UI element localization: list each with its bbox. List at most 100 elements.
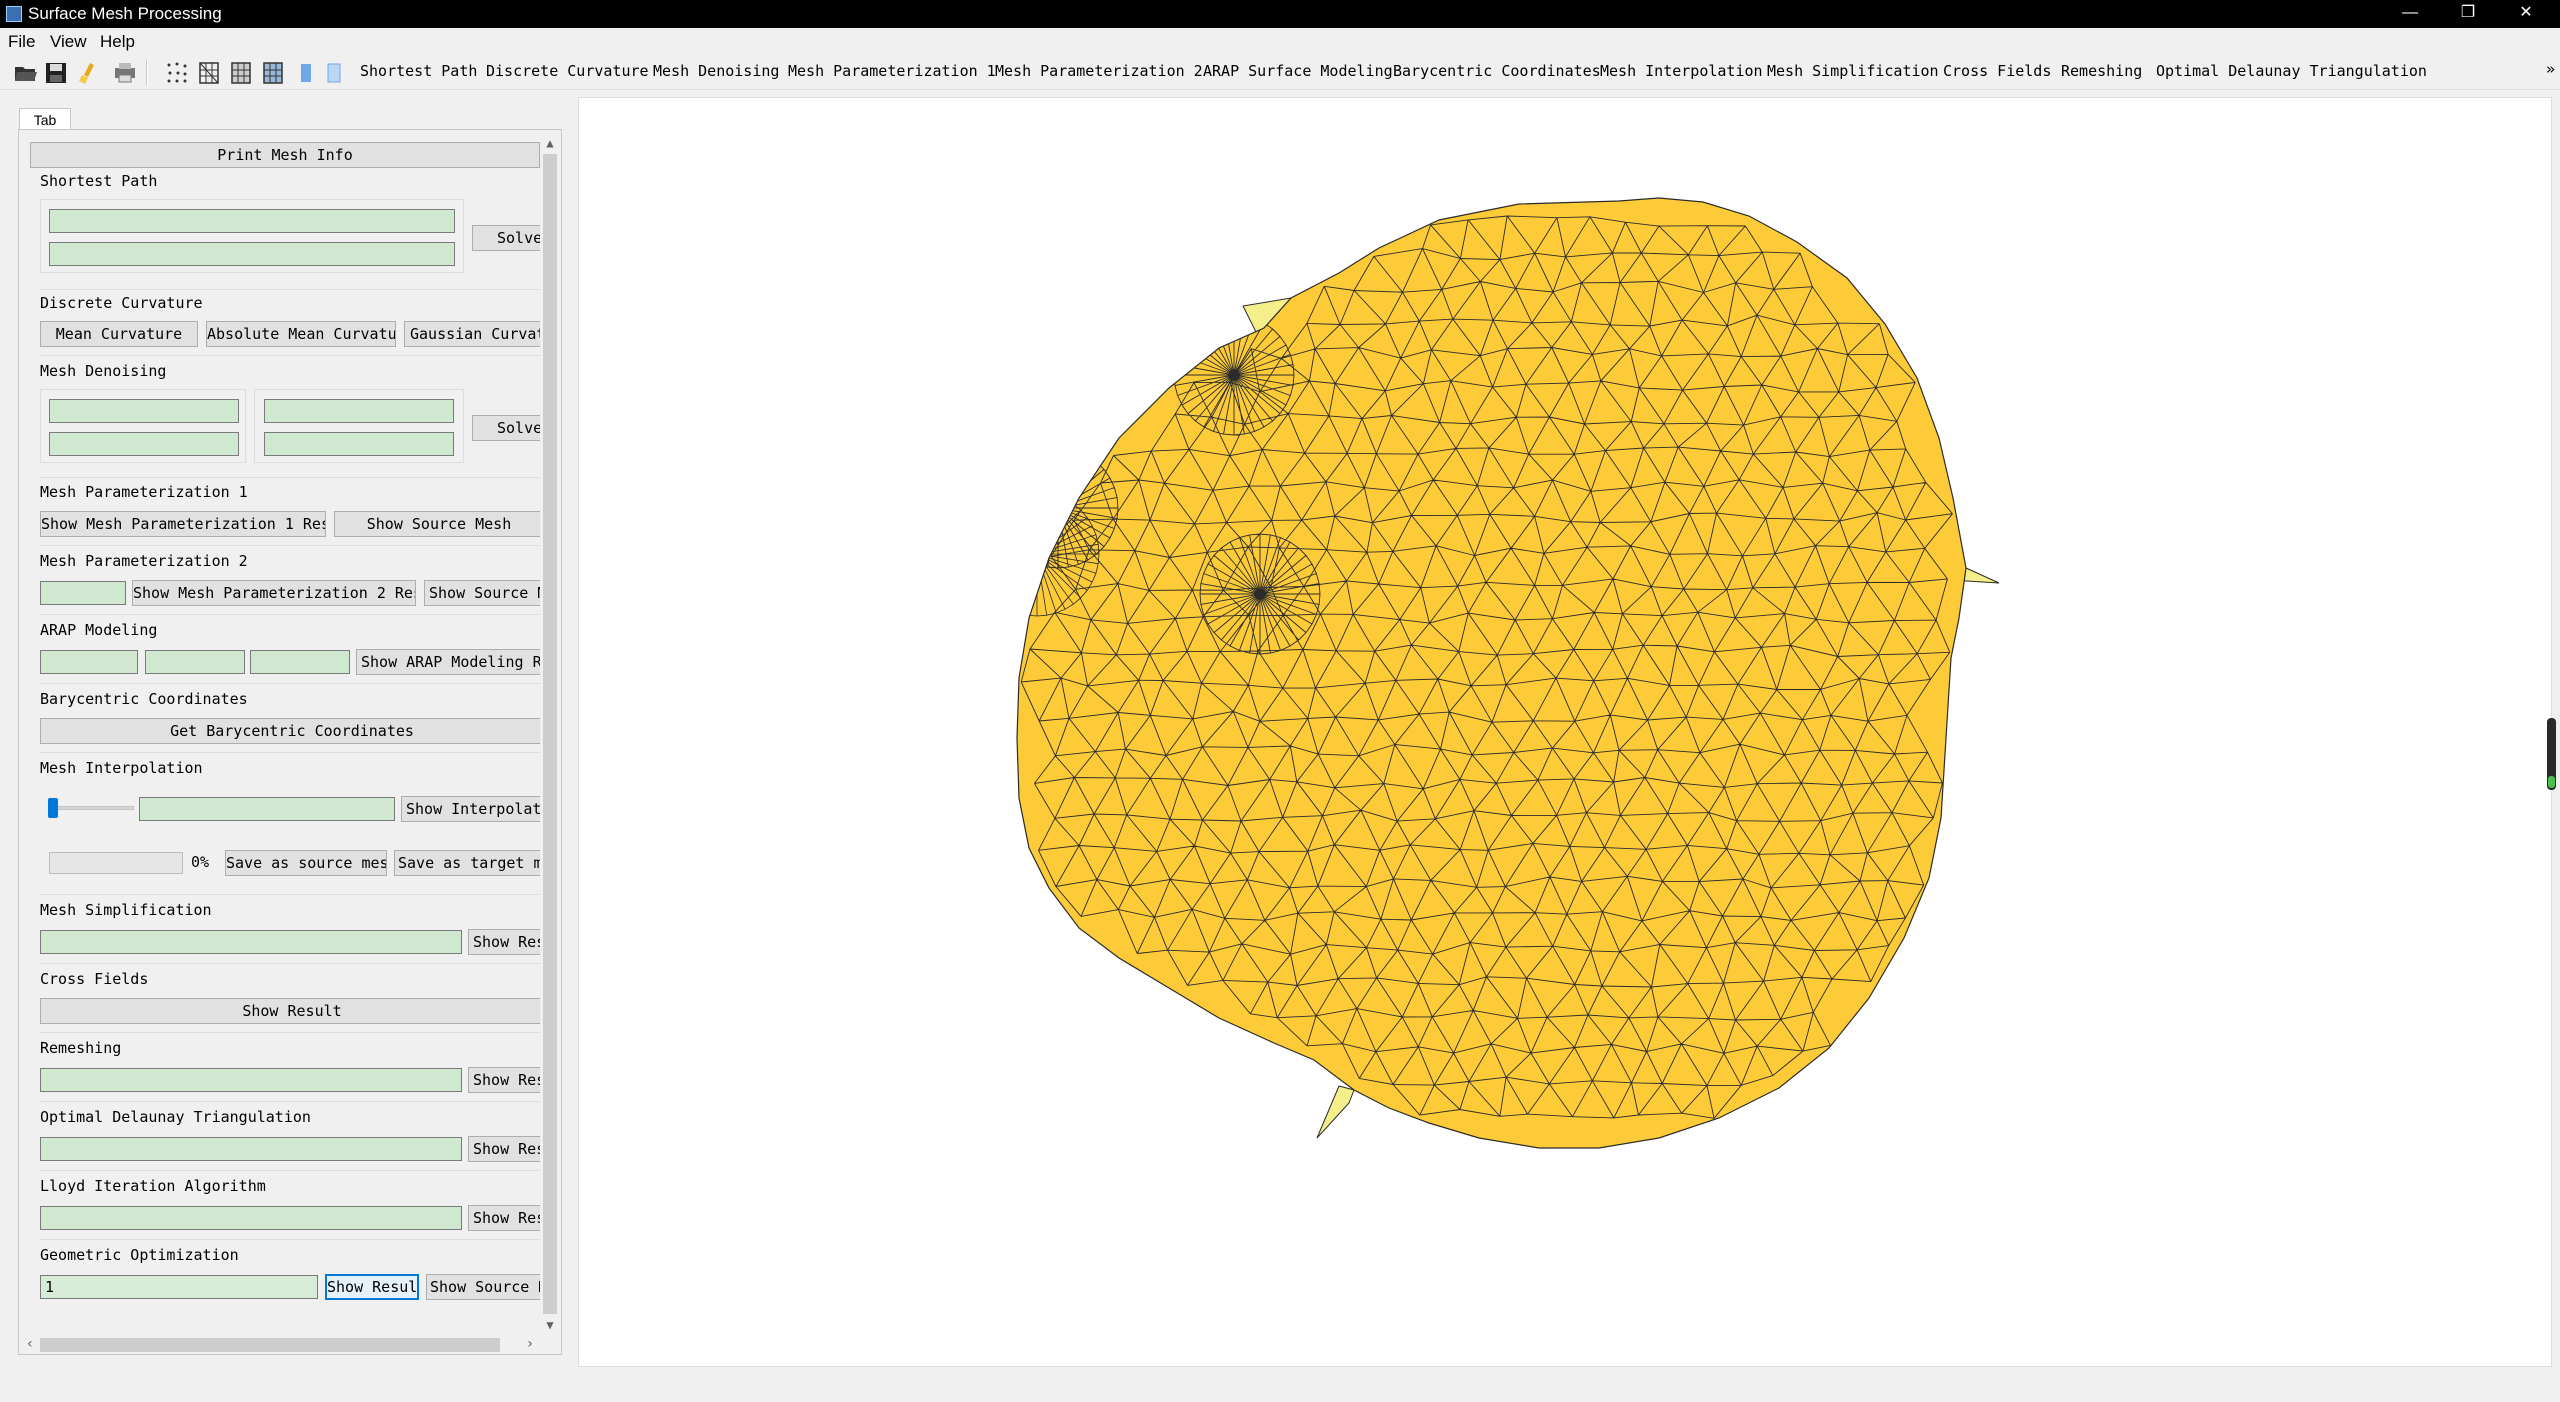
separator <box>40 1032 540 1033</box>
tool-mesh-interpolation[interactable]: Mesh Interpolation <box>1600 62 1763 80</box>
tool-arap-surface-modeling[interactable]: ARAP Surface Modeling <box>1203 62 1393 80</box>
tool-mesh-parameterization-2[interactable]: Mesh Parameterization 2 <box>995 62 1203 80</box>
toolbar-overflow-button[interactable]: » <box>2546 60 2555 78</box>
mean-curvature-button[interactable]: Mean Curvature <box>40 321 198 347</box>
lloyd-field[interactable] <box>40 1206 462 1230</box>
arap-field-3[interactable] <box>250 650 350 674</box>
hscroll-thumb[interactable] <box>40 1338 500 1352</box>
mesh-pole <box>775 409 899 533</box>
lloyd-title: Lloyd Iteration Algorithm <box>40 1177 266 1195</box>
separator <box>40 1101 540 1102</box>
arap-field-1[interactable] <box>40 650 138 674</box>
denoising-field-1[interactable] <box>49 399 239 423</box>
show-param1-result-button[interactable]: Show Mesh Parameterization 1 Result <box>40 511 326 537</box>
denoising-field-2[interactable] <box>49 432 239 456</box>
get-barycentric-coordinates-button[interactable]: Get Barycentric Coordinates <box>40 718 540 744</box>
dock-horizontal-scrollbar[interactable]: ‹ › <box>20 1334 540 1354</box>
scroll-right-icon[interactable]: › <box>520 1334 540 1354</box>
denoising-field-4[interactable] <box>264 432 454 456</box>
denoising-field-3[interactable] <box>264 399 454 423</box>
clean-icon[interactable] <box>76 60 102 86</box>
shortest-path-title: Shortest Path <box>40 172 158 190</box>
menu-view[interactable]: View <box>50 32 87 52</box>
shortest-path-solve-button[interactable]: Solve <box>472 225 540 251</box>
toolbar-separator <box>146 60 148 86</box>
param1-show-source-button[interactable]: Show Source Mesh <box>334 511 540 537</box>
tool-barycentric-coordinates[interactable]: Barycentric Coordinates <box>1393 62 1601 80</box>
tool-optimal-delaunay-triangulation[interactable]: Optimal Delaunay Triangulation <box>2156 62 2427 80</box>
print-icon[interactable] <box>112 60 138 86</box>
param2-show-source-button[interactable]: Show Source Me <box>424 580 540 606</box>
scroll-down-icon[interactable]: ▼ <box>540 1316 560 1334</box>
tool-remeshing[interactable]: Remeshing <box>2061 62 2142 80</box>
separator <box>40 894 540 895</box>
scroll-thumb[interactable] <box>543 154 557 1314</box>
cross-fields-title: Cross Fields <box>40 970 149 988</box>
save-icon[interactable] <box>43 60 69 86</box>
geometric-optimization-show-result-button[interactable]: Show Result <box>325 1274 419 1300</box>
scroll-left-icon[interactable]: ‹ <box>20 1334 40 1354</box>
edge-view-icon[interactable] <box>322 60 348 86</box>
scroll-up-icon[interactable]: ▲ <box>540 134 560 152</box>
menu-help[interactable]: Help <box>100 32 135 52</box>
interpolation-slider-track[interactable] <box>50 806 134 810</box>
tool-cross-fields[interactable]: Cross Fields <box>1943 62 2051 80</box>
absolute-mean-curvature-button[interactable]: Absolute Mean Curvature <box>206 321 396 347</box>
dock-vertical-scrollbar[interactable]: ▲ ▼ <box>540 134 560 1334</box>
point-view-icon[interactable] <box>294 60 320 86</box>
simplification-show-result-button[interactable]: Show Resu <box>468 929 540 955</box>
param2-title: Mesh Parameterization 2 <box>40 552 248 570</box>
separator <box>40 289 540 290</box>
discrete-curvature-title: Discrete Curvature <box>40 294 203 312</box>
shortest-path-source-field[interactable] <box>49 209 455 233</box>
tool-shortest-path[interactable]: Shortest Path <box>360 62 477 80</box>
save-as-source-mesh-button[interactable]: Save as source mesh <box>225 850 387 876</box>
odt-show-result-button[interactable]: Show Resu <box>468 1136 540 1162</box>
remeshing-field[interactable] <box>40 1068 462 1092</box>
interpolation-slider-handle[interactable] <box>48 798 58 818</box>
smooth-shading-icon[interactable] <box>260 60 286 86</box>
title-bar: Surface Mesh Processing — ❐ ✕ <box>0 0 2560 28</box>
tool-mesh-denoising[interactable]: Mesh Denoising <box>653 62 779 80</box>
open-icon[interactable] <box>13 60 39 86</box>
arap-field-2[interactable] <box>145 650 245 674</box>
minimize-button[interactable]: — <box>2385 0 2435 28</box>
cross-fields-show-result-button[interactable]: Show Result <box>40 998 540 1024</box>
show-arap-result-button[interactable]: Show ARAP Modeling Resu <box>356 649 540 675</box>
geometric-optimization-show-source-button[interactable]: Show Source Me <box>426 1274 540 1300</box>
separator <box>40 477 540 478</box>
menu-file[interactable]: File <box>8 32 35 52</box>
odt-title: Optimal Delaunay Triangulation <box>40 1108 311 1126</box>
odt-field[interactable] <box>40 1137 462 1161</box>
flat-shading-icon[interactable] <box>228 60 254 86</box>
shortest-path-target-field[interactable] <box>49 242 455 266</box>
mesh-viewport[interactable] <box>578 97 2552 1367</box>
wireframe-icon[interactable] <box>196 60 222 86</box>
simplification-field[interactable] <box>40 930 462 954</box>
gaussian-curvature-button[interactable]: Gaussian Curvatu <box>404 321 540 347</box>
tool-mesh-parameterization-1[interactable]: Mesh Parameterization 1 <box>788 62 996 80</box>
show-param2-result-button[interactable]: Show Mesh Parameterization 2 Result <box>132 580 416 606</box>
tab-main[interactable]: Tab <box>19 108 71 130</box>
mesh-denoising-title: Mesh Denoising <box>40 362 167 380</box>
remeshing-title: Remeshing <box>40 1039 122 1057</box>
window-title: Surface Mesh Processing <box>28 4 222 23</box>
arap-title: ARAP Modeling <box>40 621 158 639</box>
print-mesh-info-button[interactable]: Print Mesh Info <box>30 142 540 168</box>
close-button[interactable]: ✕ <box>2501 0 2551 28</box>
save-as-target-mesh-button[interactable]: Save as target mes <box>394 850 540 876</box>
denoising-solve-button[interactable]: Solve <box>472 415 540 441</box>
param2-field[interactable] <box>40 581 126 605</box>
tool-mesh-simplification[interactable]: Mesh Simplification <box>1767 62 1939 80</box>
show-interpolation-button[interactable]: Show Interpolatio <box>401 796 540 822</box>
geometric-optimization-field[interactable]: 1 <box>40 1275 318 1299</box>
mesh-render[interactable] <box>579 98 2553 1368</box>
remeshing-show-result-button[interactable]: Show Resu <box>468 1067 540 1093</box>
select-vertices-icon[interactable] <box>164 60 190 86</box>
tool-discrete-curvature[interactable]: Discrete Curvature <box>486 62 649 80</box>
separator <box>40 1239 540 1240</box>
lloyd-show-result-button[interactable]: Show Resu <box>468 1205 540 1231</box>
interpolation-field[interactable] <box>139 797 395 821</box>
restore-button[interactable]: ❐ <box>2443 0 2493 28</box>
simplification-title: Mesh Simplification <box>40 901 212 919</box>
